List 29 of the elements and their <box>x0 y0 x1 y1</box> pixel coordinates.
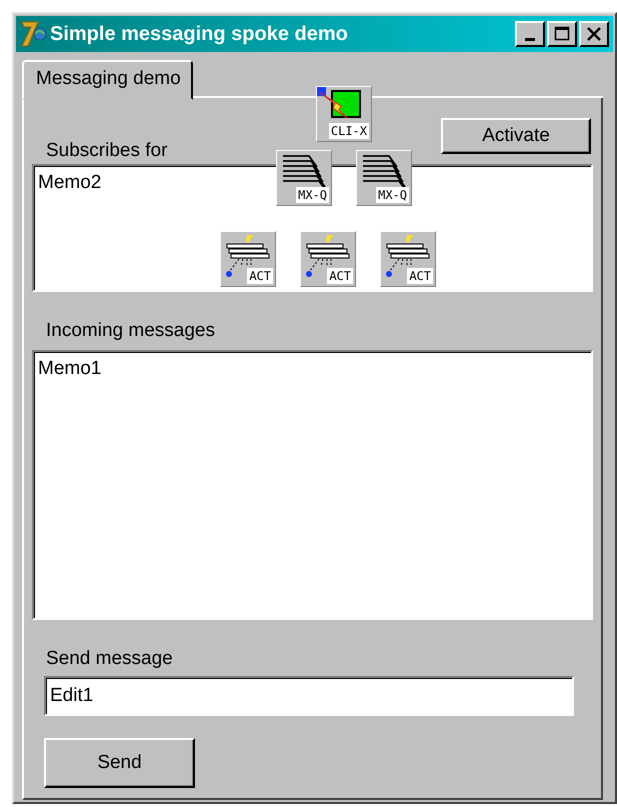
tab[interactable]: Messaging demo <box>22 60 193 100</box>
component-tile[interactable]: CLI-X <box>316 86 372 142</box>
close-icon <box>586 26 602 42</box>
component-label: ACT <box>327 268 353 284</box>
component-label: MX-Q <box>376 187 409 203</box>
component-tile[interactable]: ACT <box>300 231 356 287</box>
input-field[interactable]: Edit1 <box>44 676 574 716</box>
component-tile[interactable]: MX-Q <box>276 150 332 206</box>
field-label: Send message <box>46 648 174 670</box>
activate-button[interactable]: Activate <box>441 118 591 154</box>
component-label: MX-Q <box>296 187 329 203</box>
maximize-button[interactable] <box>547 21 577 47</box>
component-label: ACT <box>247 268 273 284</box>
component-tile[interactable]: MX-Q <box>356 150 412 206</box>
component-tile[interactable]: ACT <box>220 231 276 287</box>
component-tile[interactable]: ACT <box>380 231 436 287</box>
send-button[interactable]: Send <box>44 738 195 788</box>
maximize-icon <box>554 26 570 42</box>
close-button[interactable] <box>579 21 609 47</box>
field-label: Subscribes for <box>46 140 168 162</box>
component-label: ACT <box>407 268 433 284</box>
component-label: CLI-X <box>328 123 369 139</box>
lightning-screen-icon <box>317 87 361 119</box>
minimize-button[interactable] <box>515 21 545 47</box>
memo-field[interactable]: Memo1 <box>32 350 593 620</box>
app-logo-icon <box>20 19 48 49</box>
field-label: Incoming messages <box>46 320 216 342</box>
minimize-icon <box>525 38 535 40</box>
window-title: Simple messaging spoke demo <box>50 22 349 46</box>
